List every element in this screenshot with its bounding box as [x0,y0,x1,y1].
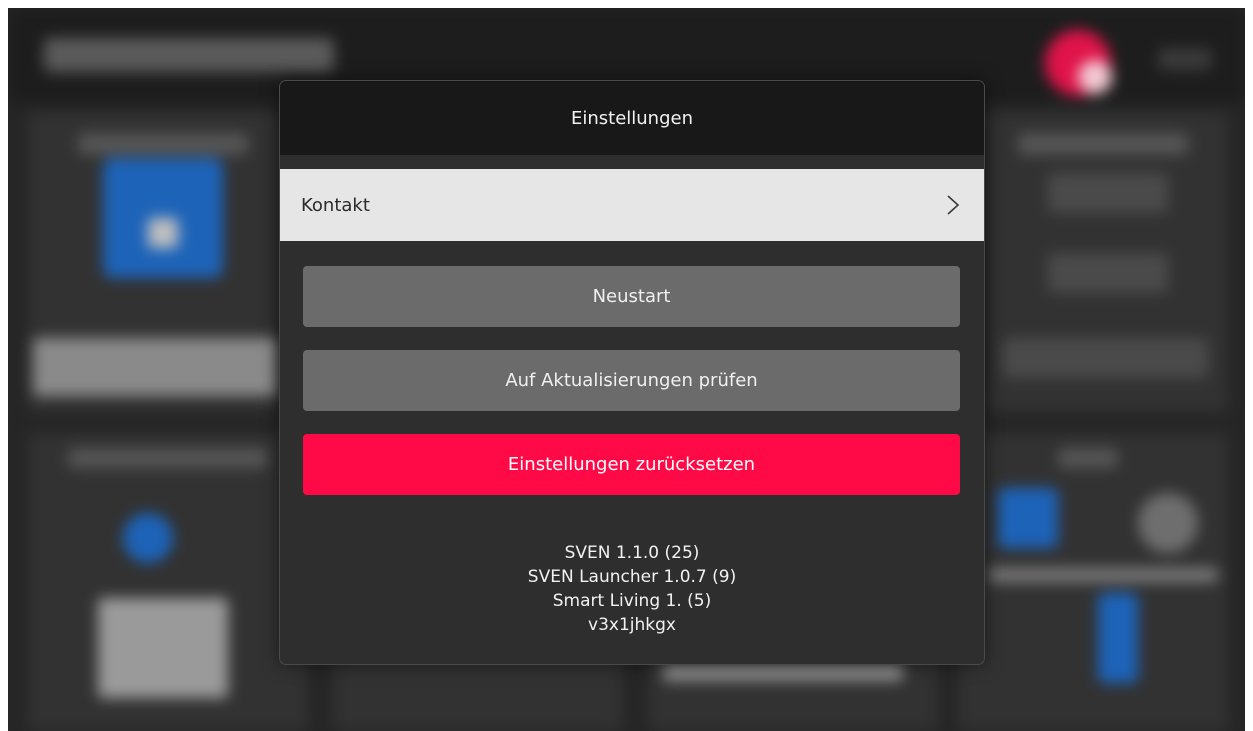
version-line-build-id: v3x1jhkgx [588,615,676,635]
contact-row[interactable]: Kontakt [280,169,984,241]
background-avatar-inner [1078,60,1112,94]
check-updates-button[interactable]: Auf Aktualisierungen prüfen [303,350,960,411]
background-bar [663,663,903,681]
background-card-title [1058,448,1118,468]
reset-settings-button[interactable]: Einstellungen zurücksetzen [303,434,960,495]
dialog-header: Einstellungen [280,81,984,155]
background-blue-bar [1098,593,1138,683]
version-line-smart-living: Smart Living 1. (5) [552,591,712,611]
background-tile-glyph [148,218,178,248]
background-blue-dot [123,513,173,563]
background-title [44,38,334,72]
background-bar [988,568,1218,582]
version-line-launcher: SVEN Launcher 1.0.7 (9) [527,567,737,587]
app-screen: Einstellungen Kontakt Neustart Auf Aktua… [8,8,1245,731]
restart-button[interactable]: Neustart [303,266,960,327]
background-blue-tile [998,488,1058,548]
background-circle [1138,493,1198,553]
background-card-title [1018,133,1188,155]
background-card [958,433,1228,731]
background-item [1048,253,1168,293]
version-line-app: SVEN 1.1.0 (25) [564,543,700,563]
background-card-title [68,448,268,468]
background-top-right-item [1158,48,1212,70]
background-item [1003,338,1208,378]
contact-label: Kontakt [301,194,370,216]
version-info: SVEN 1.1.0 (25) SVEN Launcher 1.0.7 (9) … [280,541,984,637]
settings-dialog: Einstellungen Kontakt Neustart Auf Aktua… [279,80,985,665]
chevron-right-icon [947,195,960,215]
background-bar [33,338,278,396]
background-item [1048,173,1168,213]
background-card-title [78,133,248,155]
dialog-title: Einstellungen [570,107,694,129]
background-illustration [98,598,228,698]
